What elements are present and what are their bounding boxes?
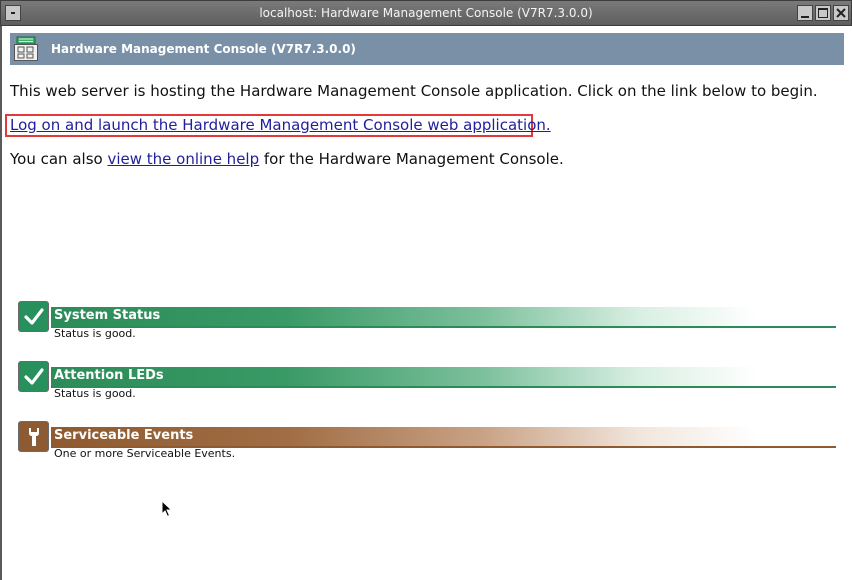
minimize-button[interactable]	[797, 5, 813, 21]
status-attention-badge	[18, 421, 49, 452]
window-title: localhost: Hardware Management Console (…	[259, 6, 593, 20]
checkmark-icon	[24, 368, 44, 385]
status-good-badge	[18, 361, 49, 392]
online-help-link[interactable]: view the online help	[107, 150, 259, 168]
status-title: Attention LEDs	[54, 368, 164, 383]
status-title: System Status	[54, 308, 161, 323]
status-bar: Serviceable Events	[51, 427, 836, 448]
status-bar: Attention LEDs	[51, 367, 836, 388]
close-icon	[836, 8, 846, 18]
maximize-button[interactable]	[815, 5, 831, 21]
intro-text: This web server is hosting the Hardware …	[10, 82, 818, 100]
status-good-badge	[18, 301, 49, 332]
status-row-serviceable-events[interactable]: Serviceable Events One or more Serviceab…	[18, 421, 836, 461]
console-app-icon	[14, 36, 38, 61]
checkmark-icon	[24, 308, 44, 325]
status-bar: System Status	[51, 307, 836, 328]
status-row-attention-leds[interactable]: Attention LEDs Status is good.	[18, 361, 836, 401]
status-description: One or more Serviceable Events.	[54, 447, 236, 460]
help-sentence: You can also view the online help for th…	[10, 150, 564, 168]
app-header: Hardware Management Console (V7R7.3.0.0)	[10, 33, 844, 65]
status-title: Serviceable Events	[54, 428, 194, 443]
wrench-icon	[29, 428, 39, 446]
status-row-system-status[interactable]: System Status Status is good.	[18, 301, 836, 341]
maximize-icon	[818, 8, 828, 18]
help-suffix-text: for the Hardware Management Console.	[259, 150, 564, 168]
status-description: Status is good.	[54, 387, 136, 400]
app-header-title: Hardware Management Console (V7R7.3.0.0)	[51, 42, 356, 56]
mouse-pointer-icon	[161, 500, 173, 518]
close-button[interactable]	[833, 5, 849, 21]
help-prefix-text: You can also	[10, 150, 108, 168]
window-titlebar[interactable]: localhost: Hardware Management Console (…	[0, 0, 852, 26]
minimize-icon	[801, 16, 809, 18]
status-description: Status is good.	[54, 327, 136, 340]
window-left-border	[0, 26, 2, 580]
launch-web-application-link[interactable]: Log on and launch the Hardware Managemen…	[10, 116, 551, 134]
